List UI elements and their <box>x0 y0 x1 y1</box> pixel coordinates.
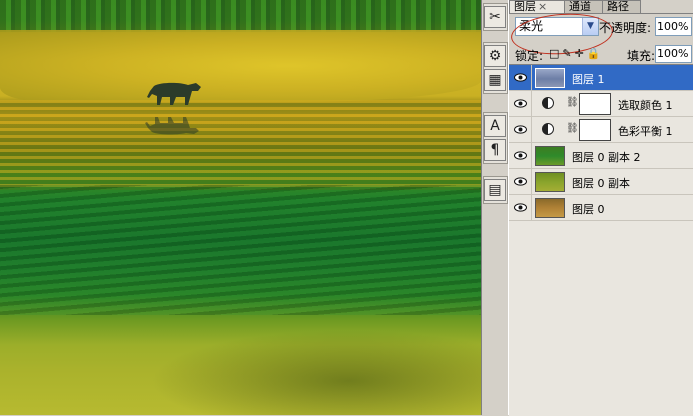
tab-channels[interactable]: 通道 <box>565 0 603 13</box>
river-bank <box>0 30 481 102</box>
layer-list: 图层 1 ⛓ 选取颜色 1 ⛓ 色彩平衡 1 图层 0 副本 2 图层 0 副本… <box>509 64 693 416</box>
water-ripples <box>0 185 481 315</box>
layer-mask-thumbnail <box>579 119 611 141</box>
layer-thumbnail <box>535 172 565 192</box>
eye-icon[interactable] <box>512 147 529 164</box>
layer-mask-thumbnail <box>579 93 611 115</box>
lock-transparency-icon[interactable]: □ <box>549 47 559 60</box>
row-divider <box>531 117 532 143</box>
layer-name: 图层 0 副本 <box>572 177 630 190</box>
paragraph-icon[interactable]: ¶ <box>484 139 506 161</box>
tool-group-3: A ¶ <box>483 112 508 164</box>
tab-paths-label: 路径 <box>607 0 629 13</box>
notes-icon[interactable]: ▤ <box>484 179 506 201</box>
layer-name: 图层 0 副本 2 <box>572 151 641 164</box>
layer-thumbnail <box>535 146 565 166</box>
link-icon[interactable]: ⛓ <box>566 123 579 134</box>
tab-layers[interactable]: 图层 × <box>509 0 565 13</box>
adjustment-layer-icon <box>542 123 554 135</box>
blend-options-row: 柔光 ▼ 不透明度: 100% <box>509 10 693 58</box>
buffalo-reflection <box>145 117 199 135</box>
eye-icon[interactable] <box>512 121 529 138</box>
tool-group-2: ⚙ ▦ <box>483 42 508 94</box>
image-canvas[interactable] <box>0 0 481 415</box>
water-reflection <box>0 100 481 190</box>
layers-panel: 图层 × 通道 路径 柔光 ▼ 不透明度: 100% 锁定: □ ✎ ✛ 🔒 填充… <box>509 0 693 416</box>
lock-icons: □ ✎ ✛ 🔒 <box>549 47 601 60</box>
row-divider <box>531 195 532 221</box>
layer-thumbnail <box>535 68 565 88</box>
layer-name: 色彩平衡 1 <box>618 125 673 138</box>
eye-icon[interactable] <box>512 199 529 216</box>
character-icon[interactable]: A <box>484 115 506 137</box>
eye-icon[interactable] <box>512 69 529 86</box>
adjustment-layer-icon <box>542 97 554 109</box>
row-divider <box>531 65 532 91</box>
blend-mode-value: 柔光 <box>519 19 544 33</box>
eye-icon[interactable] <box>512 173 529 190</box>
tool-group-4: ▤ <box>483 176 508 204</box>
tool-presets-icon[interactable]: ▦ <box>484 69 506 91</box>
panel-tabs: 图层 × 通道 路径 <box>509 0 693 14</box>
lock-all-icon[interactable]: 🔒 <box>587 47 601 60</box>
fill-input[interactable]: 100% <box>655 45 692 63</box>
layer-name: 图层 1 <box>572 73 605 86</box>
lock-row: 锁定: □ ✎ ✛ 🔒 填充: 100% <box>509 43 693 65</box>
close-icon[interactable]: × <box>538 0 547 13</box>
chevron-down-icon[interactable]: ▼ <box>582 18 598 35</box>
layer-row[interactable]: ⛓ 色彩平衡 1 <box>509 117 693 143</box>
layer-row[interactable]: ⛓ 选取颜色 1 <box>509 91 693 117</box>
layer-row[interactable]: 图层 1 <box>509 65 693 91</box>
water-buffalo <box>147 82 201 105</box>
fill-label: 填充: <box>627 49 656 63</box>
tree-line <box>0 0 481 32</box>
opacity-input[interactable]: 100% <box>655 17 692 36</box>
layer-name: 图层 0 <box>572 203 605 216</box>
tree-shadow <box>150 330 481 415</box>
row-divider <box>531 169 532 195</box>
layer-thumbnail <box>535 198 565 218</box>
row-divider <box>531 91 532 117</box>
eye-icon[interactable] <box>512 95 529 112</box>
opacity-label: 不透明度: <box>599 21 652 35</box>
tab-paths[interactable]: 路径 <box>603 0 641 13</box>
clone-source-icon[interactable]: ⚙ <box>484 45 506 67</box>
tool-group-1: ✂ <box>483 3 508 31</box>
layer-row[interactable]: 图层 0 副本 <box>509 169 693 195</box>
tab-layers-label: 图层 <box>514 0 536 13</box>
blend-mode-select[interactable]: 柔光 ▼ <box>515 17 599 36</box>
lock-position-icon[interactable]: ✛ <box>575 47 584 60</box>
lock-pixels-icon[interactable]: ✎ <box>562 47 571 60</box>
lock-label: 锁定: <box>515 49 544 63</box>
brush-settings-icon[interactable]: ✂ <box>484 6 506 28</box>
panel-dock-strip: ✂ ⚙ ▦ A ¶ ▤ <box>481 0 509 415</box>
layer-row[interactable]: 图层 0 副本 2 <box>509 143 693 169</box>
layer-name: 选取颜色 1 <box>618 99 673 112</box>
link-icon[interactable]: ⛓ <box>566 97 579 108</box>
layer-row[interactable]: 图层 0 <box>509 195 693 221</box>
row-divider <box>531 143 532 169</box>
tab-channels-label: 通道 <box>569 0 591 13</box>
